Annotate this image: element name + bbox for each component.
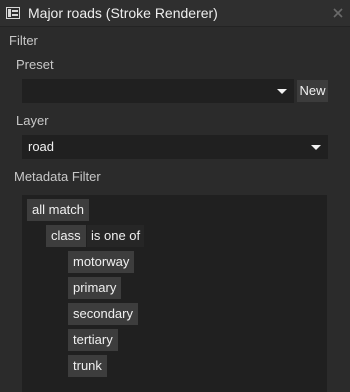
- metadata-filter-label: Metadata Filter: [14, 169, 101, 184]
- condition-value-item[interactable]: secondary: [68, 303, 138, 325]
- condition-field[interactable]: class: [46, 225, 86, 247]
- all-match-operator[interactable]: all match: [27, 199, 90, 221]
- filter-heading: Filter: [9, 33, 38, 48]
- preset-dropdown[interactable]: [22, 79, 294, 103]
- title-bar: Major roads (Stroke Renderer): [0, 0, 350, 27]
- properties-window: Major roads (Stroke Renderer) Filter Pre…: [0, 0, 350, 392]
- close-icon[interactable]: [332, 7, 344, 19]
- condition-operator[interactable]: is one of: [87, 225, 145, 247]
- preset-label: Preset: [16, 57, 54, 72]
- layer-label: Layer: [16, 113, 49, 128]
- layer-dropdown[interactable]: road: [22, 135, 328, 159]
- stroke-renderer-icon: [6, 7, 20, 19]
- layer-value: road: [28, 139, 55, 154]
- condition-value-item[interactable]: motorway: [68, 251, 135, 273]
- condition-value-item[interactable]: trunk: [68, 355, 107, 377]
- chevron-down-icon: [277, 89, 287, 94]
- chevron-down-icon: [311, 145, 321, 150]
- condition-value-item[interactable]: primary: [68, 277, 122, 299]
- window-title: Major roads (Stroke Renderer): [28, 5, 218, 21]
- condition-value-item[interactable]: tertiary: [68, 329, 118, 351]
- new-preset-button[interactable]: New: [297, 80, 328, 102]
